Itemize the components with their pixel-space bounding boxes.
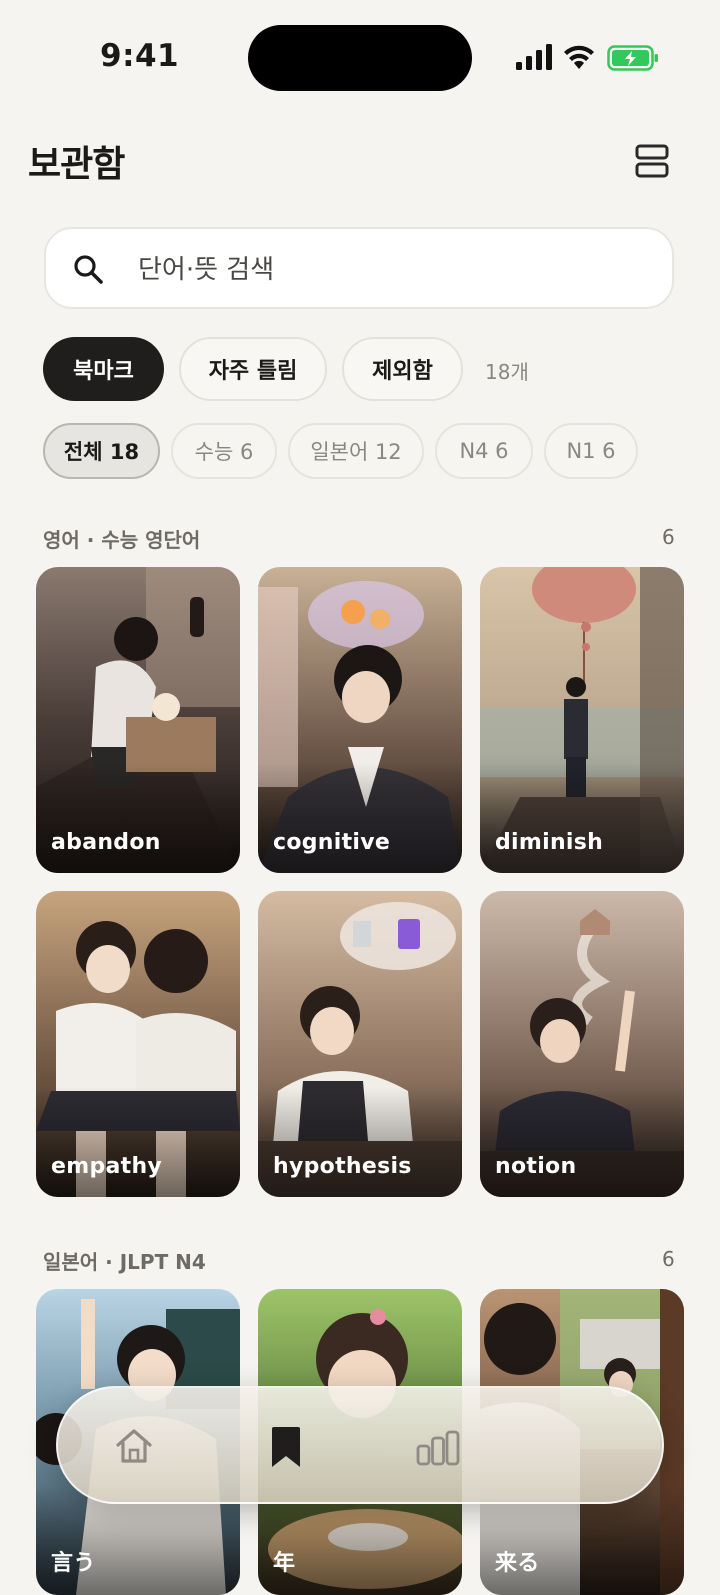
item-count: 18개 xyxy=(485,360,529,384)
card-word-label: abandon xyxy=(51,830,161,855)
section-count-japanese: 6 xyxy=(662,1247,675,1271)
category-chip-all[interactable]: 전체 18 xyxy=(43,423,160,479)
category-chip-suneung[interactable]: 수능 6 xyxy=(171,423,277,479)
filter-frequently-wrong-button[interactable]: 자주 틀림 xyxy=(179,337,327,401)
word-card[interactable]: empathy xyxy=(36,891,240,1197)
card-shade xyxy=(480,763,684,873)
dynamic-island xyxy=(248,25,472,91)
word-card[interactable]: hypothesis xyxy=(258,891,462,1197)
filter-bookmark-button[interactable]: 북마크 xyxy=(43,337,164,401)
wifi-icon xyxy=(564,45,594,69)
card-word-label: cognitive xyxy=(273,830,391,855)
category-chip-n1[interactable]: N1 6 xyxy=(544,423,638,479)
filter-excluded-button[interactable]: 제외함 xyxy=(342,337,463,401)
status-bar: 9:41 xyxy=(0,0,720,110)
status-time: 9:41 xyxy=(100,38,180,74)
section-title-japanese: 일본어 · JLPT N4 xyxy=(43,1250,206,1274)
card-shade xyxy=(36,763,240,873)
signal-icon xyxy=(516,44,552,70)
stats-icon[interactable] xyxy=(416,1430,460,1466)
page-title: 보관함 xyxy=(28,144,125,185)
bookmark-icon[interactable] xyxy=(270,1426,302,1468)
section-title-english: 영어 · 수능 영단어 xyxy=(43,528,201,552)
section-count-english: 6 xyxy=(662,525,675,549)
search-icon xyxy=(74,255,103,284)
search-input[interactable] xyxy=(136,247,640,293)
search-bar[interactable] xyxy=(44,227,674,309)
home-icon[interactable] xyxy=(114,1426,154,1466)
layout-toggle-icon[interactable] xyxy=(634,142,670,180)
card-word-label: hypothesis xyxy=(273,1154,412,1179)
card-word-label: diminish xyxy=(495,830,604,855)
category-chip-n4[interactable]: N4 6 xyxy=(435,423,533,479)
card-word-label: 年 xyxy=(273,1551,296,1576)
card-shade xyxy=(258,1087,462,1197)
card-word-label: empathy xyxy=(51,1154,163,1179)
battery-charging-icon xyxy=(607,45,658,71)
tab-bar xyxy=(56,1386,664,1504)
word-card[interactable]: abandon xyxy=(36,567,240,873)
card-shade xyxy=(36,1087,240,1197)
card-shade xyxy=(480,1087,684,1197)
card-word-label: 言う xyxy=(51,1551,96,1576)
word-card[interactable]: cognitive xyxy=(258,567,462,873)
category-chip-japanese[interactable]: 일본어 12 xyxy=(288,423,424,479)
card-shade xyxy=(258,763,462,873)
card-word-label: 来る xyxy=(495,1551,540,1576)
word-card[interactable]: diminish xyxy=(480,567,684,873)
word-card[interactable]: notion xyxy=(480,891,684,1197)
card-word-label: notion xyxy=(495,1154,577,1179)
